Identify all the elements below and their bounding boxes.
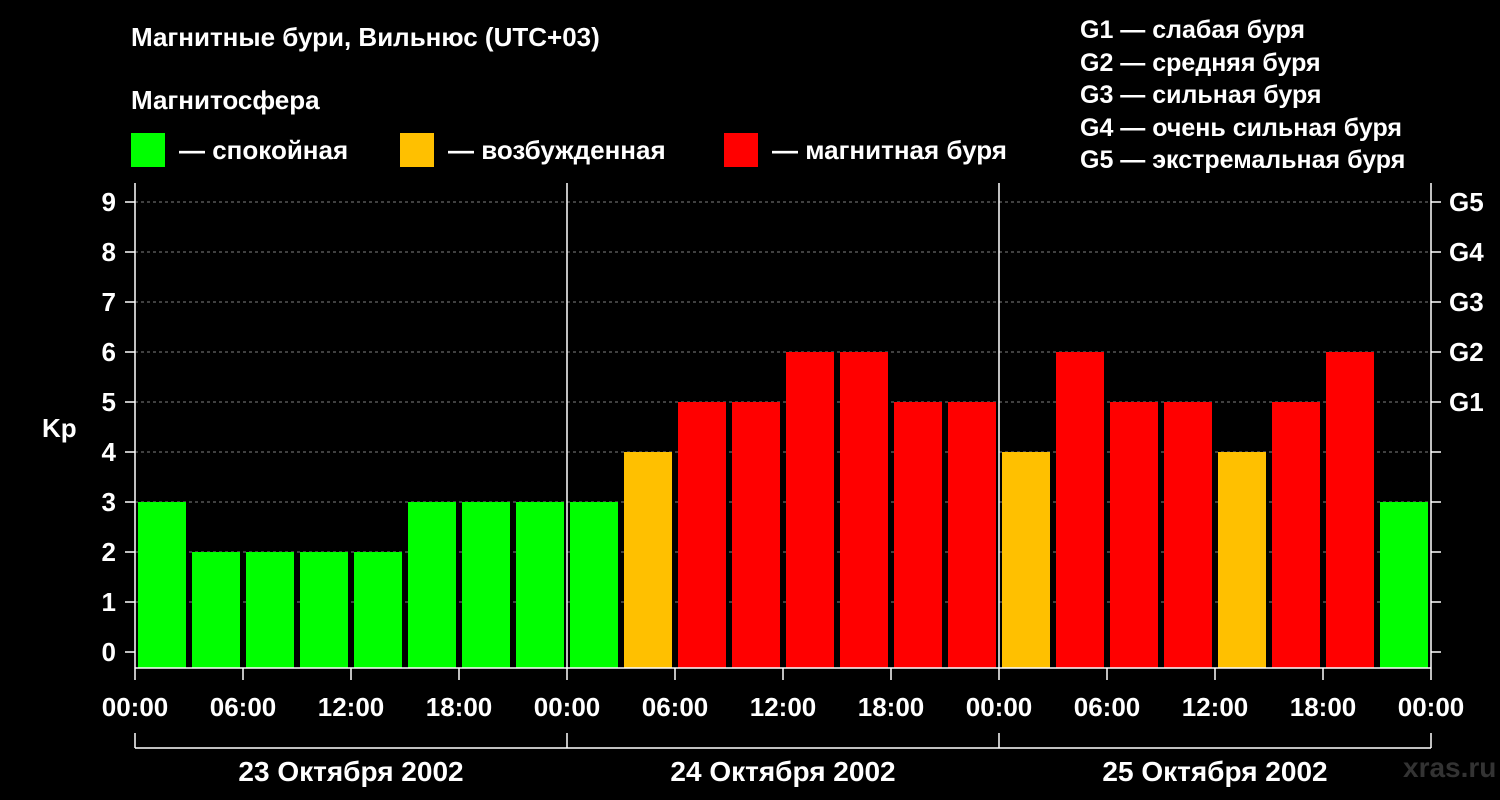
g-level-label: G4 [1449, 237, 1484, 267]
x-tick-label: 18:00 [426, 692, 493, 722]
y-tick-label: 0 [102, 637, 116, 667]
x-tick-label: 18:00 [858, 692, 925, 722]
kp-bar [624, 452, 672, 668]
x-tick-label: 00:00 [1398, 692, 1465, 722]
kp-bar [570, 502, 618, 668]
day-label: 24 Октября 2002 [670, 756, 895, 787]
kp-bar [408, 502, 456, 668]
y-tick-label: 8 [102, 237, 116, 267]
kp-bar [1218, 452, 1266, 668]
y-tick-label: 6 [102, 337, 116, 367]
x-tick-label: 18:00 [1290, 692, 1357, 722]
kp-bar [1380, 502, 1428, 668]
kp-bar [192, 552, 240, 668]
g-level-label: G2 [1449, 337, 1484, 367]
kp-bar [246, 552, 294, 668]
kp-bar [1272, 402, 1320, 668]
kp-bar [840, 352, 888, 668]
y-tick-label: 1 [102, 587, 116, 617]
kp-bar [462, 502, 510, 668]
x-tick-label: 00:00 [966, 692, 1033, 722]
y-axis-label: Kp [42, 413, 77, 443]
y-tick-label: 7 [102, 287, 116, 317]
kp-chart: 0 1 2 3 4 5 6 7 8 9 G1 G2 G3 G4 G5 Kp 00:00 06:00 12:00 18:… [42, 183, 1484, 787]
x-tick-label: 12:00 [750, 692, 817, 722]
y-tick-label: 9 [102, 187, 116, 217]
kp-bar [948, 402, 996, 668]
x-tick-label: 00:00 [534, 692, 601, 722]
g-level-label: G1 [1449, 387, 1484, 417]
x-tick-label: 00:00 [102, 692, 169, 722]
kp-bar [894, 402, 942, 668]
day-label: 25 Октября 2002 [1102, 756, 1327, 787]
y-tick-label: 2 [102, 537, 116, 567]
kp-bar [732, 402, 780, 668]
x-tick-label: 06:00 [210, 692, 277, 722]
y-tick-label: 3 [102, 487, 116, 517]
kp-bar [678, 402, 726, 668]
g-level-label: G5 [1449, 187, 1484, 217]
kp-bar [1164, 402, 1212, 668]
kp-bar [138, 502, 186, 668]
kp-bar [1110, 402, 1158, 668]
kp-bar [1056, 352, 1104, 668]
day-label: 23 Октября 2002 [238, 756, 463, 787]
kp-bar [1326, 352, 1374, 668]
kp-bar [516, 502, 564, 668]
kp-bar [300, 552, 348, 668]
watermark: xras.ru [1403, 752, 1497, 783]
x-tick-label: 06:00 [642, 692, 709, 722]
kp-bar [354, 552, 402, 668]
x-tick-label: 12:00 [318, 692, 385, 722]
kp-bar [1002, 452, 1050, 668]
y-tick-label: 4 [102, 437, 117, 467]
x-tick-label: 12:00 [1182, 692, 1249, 722]
x-tick-label: 06:00 [1074, 692, 1141, 722]
g-level-label: G3 [1449, 287, 1484, 317]
y-tick-label: 5 [102, 387, 116, 417]
kp-bar [786, 352, 834, 668]
